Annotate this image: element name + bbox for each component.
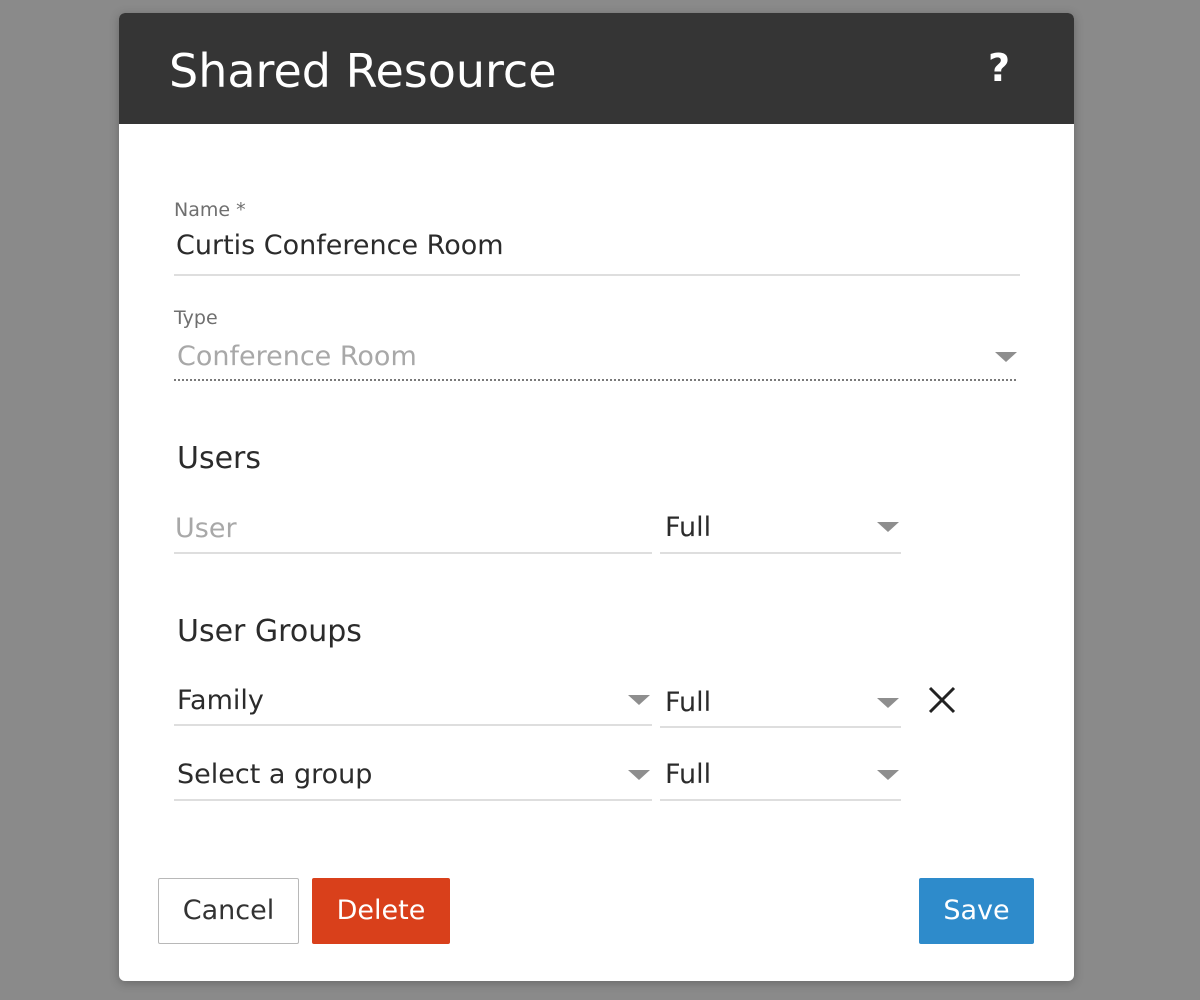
save-button[interactable]: Save [919, 878, 1034, 944]
dialog-title: Shared Resource [169, 44, 557, 98]
chevron-down-icon [628, 695, 650, 705]
delete-button[interactable]: Delete [312, 878, 450, 944]
shared-resource-dialog: Shared Resource ? Name * Curtis Conferen… [119, 13, 1074, 981]
chevron-down-icon [877, 770, 899, 780]
close-icon[interactable] [925, 683, 959, 717]
dialog-header: Shared Resource ? [119, 13, 1074, 124]
user-permission-underline [660, 552, 901, 554]
group-select-underline [174, 724, 652, 726]
user-input[interactable]: User [175, 511, 237, 547]
type-select-underline [174, 379, 1016, 381]
user-groups-heading: User Groups [177, 614, 362, 649]
chevron-down-icon [628, 770, 650, 780]
cancel-button[interactable]: Cancel [158, 878, 299, 944]
chevron-down-icon [877, 522, 899, 532]
group-permission-select[interactable]: Full [665, 757, 711, 793]
group-permission-underline [660, 726, 901, 728]
group-permission-select[interactable]: Full [665, 685, 711, 721]
group-select-family[interactable]: Family [177, 683, 264, 719]
type-label: Type [174, 307, 218, 329]
help-icon[interactable]: ? [979, 43, 1019, 93]
group-select-new[interactable]: Select a group [177, 757, 372, 793]
chevron-down-icon [995, 352, 1017, 362]
group-select-underline [174, 799, 652, 801]
user-permission-select[interactable]: Full [665, 510, 711, 546]
name-label: Name * [174, 199, 246, 221]
chevron-down-icon [877, 698, 899, 708]
user-input-underline [174, 552, 652, 554]
users-heading: Users [177, 441, 262, 476]
group-permission-underline [660, 799, 901, 801]
name-input-underline [174, 274, 1020, 276]
type-select[interactable]: Conference Room [177, 339, 417, 375]
name-input[interactable]: Curtis Conference Room [176, 228, 504, 264]
